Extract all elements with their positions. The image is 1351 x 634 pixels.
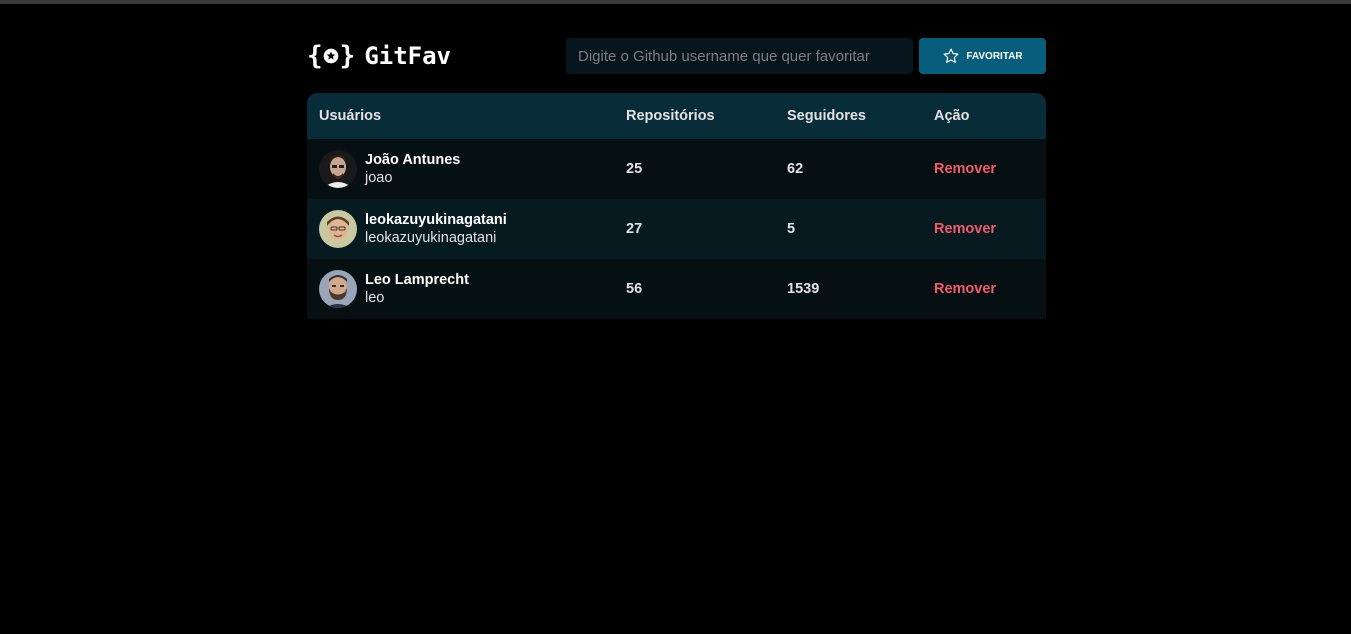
avatar[interactable] [319,270,357,308]
table-row: leokazuyukinagatani leokazuyukinagatani … [307,199,1046,259]
table-row: Leo Lamprecht leo 56 1539 Remover [307,259,1046,319]
user-cell: Leo Lamprecht leo [319,270,602,308]
user-cell: João Antunes joao [319,150,602,188]
logo-star-icon: { } [307,41,355,71]
repositories-count: 25 [614,139,775,199]
column-header-users: Usuários [307,93,614,139]
app-header: { } GitFav FAVORITAR [307,38,1046,74]
logo-text: GitFav [364,42,452,70]
column-header-repositories: Repositórios [614,93,775,139]
user-name[interactable]: leokazuyukinagatani [365,211,507,229]
table-header-row: Usuários Repositórios Seguidores Ação [307,93,1046,139]
favorite-button-label: FAVORITAR [966,50,1023,62]
user-login: joao [365,170,393,186]
repositories-count: 56 [614,259,775,319]
column-header-followers: Seguidores [775,93,922,139]
logo: { } GitFav [307,41,451,71]
star-icon [943,48,959,63]
table-row: João Antunes joao 25 62 Remover [307,139,1046,199]
search-bar: FAVORITAR [566,38,1046,74]
browser-top-border [0,0,1351,4]
followers-count: 1539 [775,259,922,319]
user-login: leokazuyukinagatani [365,230,497,246]
followers-count: 62 [775,139,922,199]
favorite-button[interactable]: FAVORITAR [919,38,1046,74]
user-name[interactable]: Leo Lamprecht [365,271,469,289]
remove-button[interactable]: Remover [934,281,996,297]
avatar[interactable] [319,210,357,248]
user-cell: leokazuyukinagatani leokazuyukinagatani [319,210,602,248]
remove-button[interactable]: Remover [934,221,996,237]
followers-count: 5 [775,199,922,259]
user-login: leo [365,290,385,306]
search-input[interactable] [566,38,913,74]
favorites-table: Usuários Repositórios Seguidores Ação Jo… [307,93,1046,319]
remove-button[interactable]: Remover [934,161,996,177]
avatar[interactable] [319,150,357,188]
app-container: { } GitFav FAVORITAR Usuários Repositóri… [307,38,1046,319]
column-header-action: Ação [922,93,1046,139]
user-name[interactable]: João Antunes [365,151,460,169]
repositories-count: 27 [614,199,775,259]
